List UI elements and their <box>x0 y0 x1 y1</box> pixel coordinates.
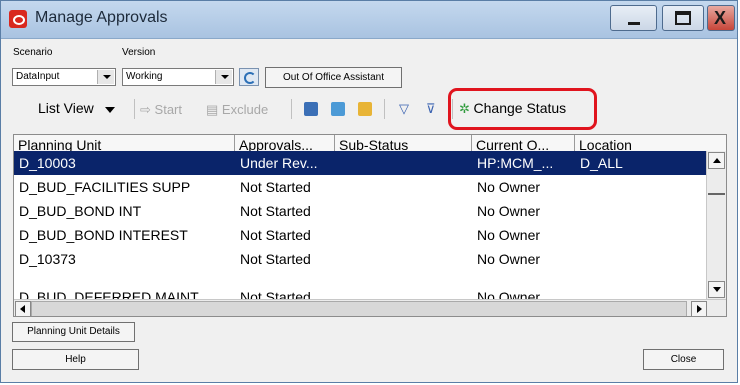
start-button[interactable]: ⇨ Start <box>140 102 182 118</box>
change-status-highlight <box>448 88 597 130</box>
notes-icon[interactable] <box>358 102 372 116</box>
scroll-thumb[interactable] <box>31 301 687 316</box>
vertical-scrollbar[interactable] <box>706 151 726 301</box>
table-cell <box>575 175 710 199</box>
close-window-button[interactable]: X <box>707 5 735 31</box>
table-cell: D_10373 <box>19 251 76 267</box>
manage-approvals-window: Manage Approvals X Scenario Version Data… <box>0 0 738 383</box>
table-cell <box>575 247 710 271</box>
table-cell: Not Started <box>240 203 311 219</box>
column-header-approvals[interactable]: Approvals... <box>235 135 335 151</box>
table-row[interactable]: D_10003 Under Rev... HP:MCM_... D_ALL <box>14 151 712 175</box>
table-cell: Not Started <box>240 227 311 243</box>
close-icon: X <box>714 8 727 28</box>
column-header-planning-unit[interactable]: Planning Unit <box>14 135 235 151</box>
title-bar[interactable]: Manage Approvals X <box>1 1 737 39</box>
start-label: Start <box>154 102 182 117</box>
scroll-right-icon[interactable] <box>691 301 707 316</box>
exclude-icon: ▤ <box>206 102 219 117</box>
column-header-location[interactable]: Location <box>575 135 726 151</box>
table-cell <box>335 199 477 223</box>
table-row[interactable]: D_BUD_BOND INT Not Started No Owner <box>14 199 712 223</box>
table-cell: D_BUD_DEFERRED MAINT <box>19 289 199 299</box>
scenario-value: DataInput <box>16 71 60 82</box>
table-cell <box>335 285 477 299</box>
horizontal-scrollbar[interactable] <box>14 299 726 316</box>
table-cell <box>575 223 710 247</box>
table-cell: Not Started <box>240 179 311 195</box>
table-cell <box>335 151 477 175</box>
scroll-thumb[interactable] <box>708 193 725 195</box>
chevron-down-icon <box>97 70 114 84</box>
table-row[interactable]: D_BUD_FACILITIES SUPP Not Started No Own… <box>14 175 712 199</box>
minimize-button[interactable] <box>610 5 657 31</box>
table-row[interactable]: D_BUD_BOND INTEREST Not Started No Owner <box>14 223 712 247</box>
window-title: Manage Approvals <box>35 9 168 26</box>
hierarchy-icon[interactable] <box>331 102 345 116</box>
refresh-button[interactable] <box>239 68 259 86</box>
version-value: Working <box>126 71 163 82</box>
table-cell: HP:MCM_... <box>477 155 554 171</box>
exclude-button[interactable]: ▤ Exclude <box>206 102 268 118</box>
table-cell <box>335 175 477 199</box>
maximize-button[interactable] <box>662 5 704 31</box>
table-cell <box>575 285 710 299</box>
table-cell: D_BUD_BOND INTEREST <box>19 227 188 243</box>
list-view-label: List View <box>38 100 94 116</box>
table-cell: D_BUD_BOND INT <box>19 203 142 219</box>
table-row[interactable]: D_10373 Not Started No Owner <box>14 247 712 271</box>
validate-icon[interactable] <box>304 102 318 116</box>
scroll-down-icon[interactable] <box>708 281 725 298</box>
table-cell: No Owner <box>477 289 541 299</box>
scenario-select[interactable]: DataInput <box>12 68 116 86</box>
toolbar-divider <box>134 99 135 119</box>
table-header: Planning Unit Approvals... Sub-Status Cu… <box>14 135 726 152</box>
toolbar-divider <box>291 99 292 119</box>
table-cell: D_BUD_FACILITIES SUPP <box>19 179 191 195</box>
scroll-up-icon[interactable] <box>708 152 725 169</box>
help-button[interactable]: Help <box>12 349 139 370</box>
table-cell: No Owner <box>477 179 541 195</box>
version-label: Version <box>122 47 156 58</box>
column-header-sub-status[interactable]: Sub-Status <box>335 135 472 151</box>
scenario-label: Scenario <box>13 47 53 58</box>
list-view-menu[interactable]: List View <box>38 100 116 116</box>
table-cell: Not Started <box>240 251 311 267</box>
toolbar-divider <box>384 99 385 119</box>
table-cell: D_ALL <box>580 155 623 171</box>
chevron-down-icon <box>215 70 232 84</box>
table-cell: No Owner <box>477 203 541 219</box>
scroll-left-icon[interactable] <box>15 301 31 316</box>
planning-unit-details-button[interactable]: Planning Unit Details <box>12 322 135 342</box>
arrow-right-icon: ⇨ <box>140 102 151 117</box>
table-cell: No Owner <box>477 251 541 267</box>
table-row[interactable]: D_BUD_DEFERRED MAINT Not Started No Owne… <box>14 271 712 299</box>
table-cell <box>335 223 477 247</box>
clear-filter-icon[interactable]: ⊽ <box>426 101 436 117</box>
filter-icon[interactable]: ▽ <box>399 101 409 117</box>
out-of-office-button[interactable]: Out Of Office Assistant <box>265 67 402 88</box>
version-select[interactable]: Working <box>122 68 234 86</box>
table-cell: D_10003 <box>19 155 76 171</box>
table-cell <box>335 247 477 271</box>
chevron-down-icon <box>105 106 116 113</box>
planning-units-table: Planning Unit Approvals... Sub-Status Cu… <box>13 134 727 317</box>
column-header-current-owner[interactable]: Current O... <box>472 135 575 151</box>
oracle-app-icon <box>9 10 27 28</box>
maximize-icon <box>675 11 691 25</box>
exclude-label: Exclude <box>221 102 269 117</box>
table-cell: No Owner <box>477 227 541 243</box>
table-cell <box>575 199 710 223</box>
table-cell: Not Started <box>240 289 311 299</box>
close-button[interactable]: Close <box>643 349 724 370</box>
minimize-icon <box>628 22 640 25</box>
table-cell: Under Rev... <box>240 155 318 171</box>
